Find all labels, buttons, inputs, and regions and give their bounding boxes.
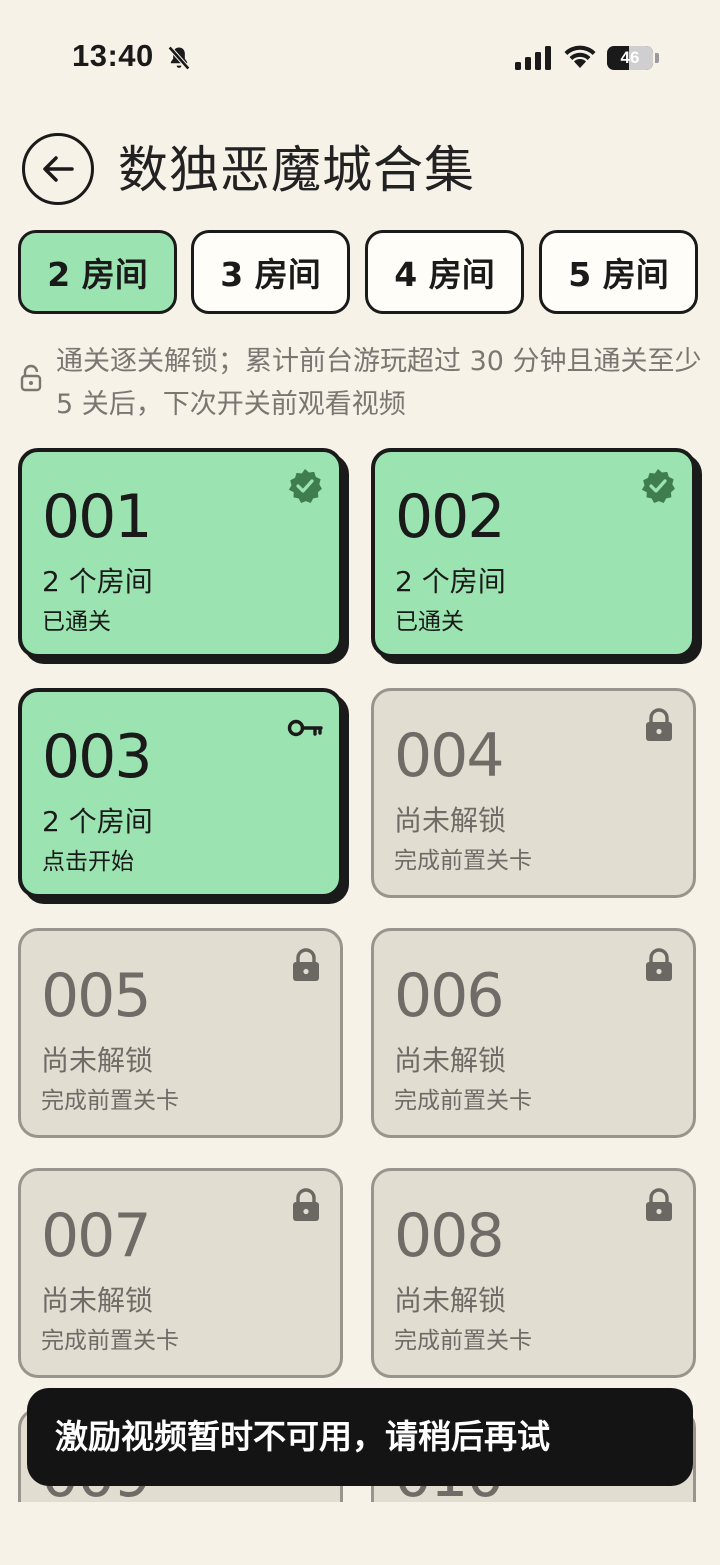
lock-icon bbox=[293, 1188, 319, 1221]
lock-icon bbox=[646, 708, 672, 741]
lock-icon bbox=[293, 948, 319, 981]
toast-message: 激励视频暂时不可用，请稍后再试 bbox=[27, 1388, 693, 1486]
level-subtitle: 尚未解锁 bbox=[394, 804, 507, 837]
level-subtitle: 尚未解锁 bbox=[394, 1284, 507, 1317]
level-subtitle: 2 个房间 bbox=[42, 565, 153, 598]
level-card-001[interactable]: 001 2 个房间 已通关 bbox=[18, 448, 343, 658]
level-subtitle: 尚未解锁 bbox=[394, 1044, 507, 1077]
level-card-004[interactable]: 004 尚未解锁 完成前置关卡 bbox=[371, 688, 696, 898]
level-card-008[interactable]: 008 尚未解锁 完成前置关卡 bbox=[371, 1168, 696, 1378]
level-number: 001 bbox=[42, 482, 153, 552]
level-number: 005 bbox=[41, 961, 152, 1031]
level-subtitle: 尚未解锁 bbox=[41, 1284, 154, 1317]
level-number: 003 bbox=[42, 722, 153, 792]
verified-check-icon bbox=[288, 469, 322, 503]
level-number: 007 bbox=[41, 1201, 152, 1271]
level-subtitle: 2 个房间 bbox=[42, 805, 153, 838]
level-status: 完成前置关卡 bbox=[394, 1088, 532, 1114]
bottom-area bbox=[0, 1502, 720, 1565]
key-icon bbox=[287, 719, 323, 737]
level-card-003[interactable]: 003 2 个房间 点击开始 bbox=[18, 688, 343, 898]
level-card-002[interactable]: 002 2 个房间 已通关 bbox=[371, 448, 696, 658]
level-subtitle: 尚未解锁 bbox=[41, 1044, 154, 1077]
level-number: 006 bbox=[394, 961, 505, 1031]
lock-icon bbox=[646, 1188, 672, 1221]
level-subtitle: 2 个房间 bbox=[395, 565, 506, 598]
level-number: 002 bbox=[395, 482, 506, 552]
level-status: 点击开始 bbox=[42, 849, 134, 875]
level-status: 完成前置关卡 bbox=[394, 1328, 532, 1354]
level-status: 已通关 bbox=[395, 609, 464, 635]
level-status: 已通关 bbox=[42, 609, 111, 635]
level-status: 完成前置关卡 bbox=[41, 1088, 179, 1114]
level-status: 完成前置关卡 bbox=[41, 1328, 179, 1354]
level-number: 004 bbox=[394, 721, 505, 791]
level-card-005[interactable]: 005 尚未解锁 完成前置关卡 bbox=[18, 928, 343, 1138]
lock-icon bbox=[646, 948, 672, 981]
level-grid: 001 2 个房间 已通关 002 2 个房间 已通关 003 2 个房间 点击… bbox=[0, 0, 720, 1565]
level-card-006[interactable]: 006 尚未解锁 完成前置关卡 bbox=[371, 928, 696, 1138]
battery-level: 46 bbox=[620, 48, 640, 67]
level-number: 008 bbox=[394, 1201, 505, 1271]
battery-icon: 46 bbox=[607, 46, 653, 70]
level-status: 完成前置关卡 bbox=[394, 848, 532, 874]
level-card-007[interactable]: 007 尚未解锁 完成前置关卡 bbox=[18, 1168, 343, 1378]
verified-check-icon bbox=[641, 469, 675, 503]
